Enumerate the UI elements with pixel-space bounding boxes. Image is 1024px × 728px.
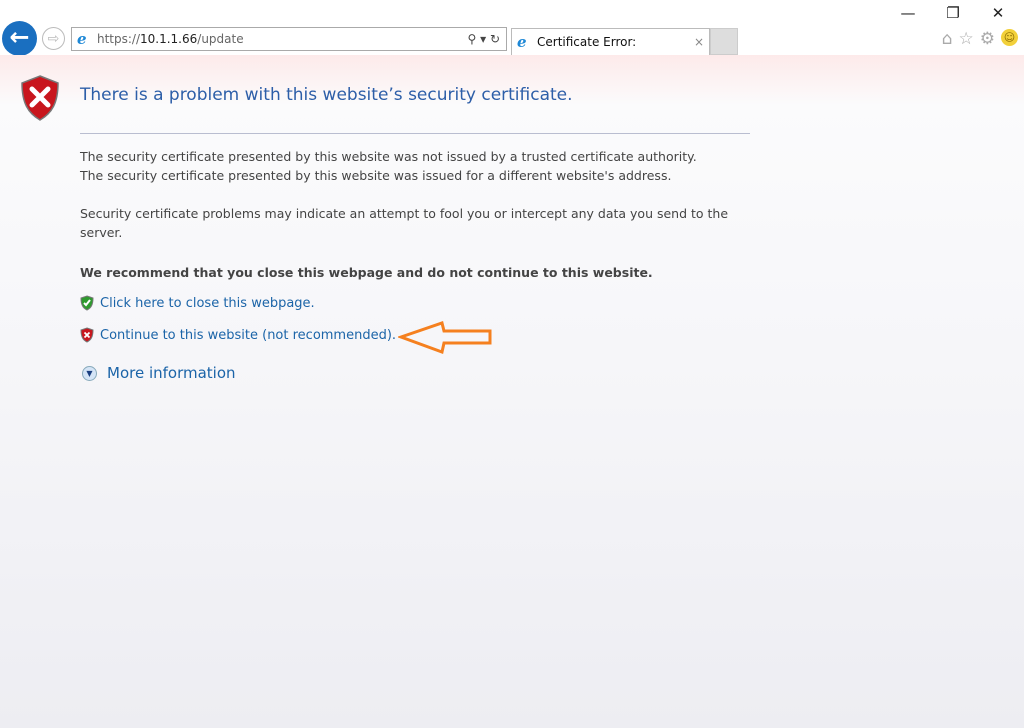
tab-certificate-error[interactable]: e Certificate Error: Navigation... ×: [511, 28, 710, 75]
warning-text: Security certificate problems may indica…: [80, 206, 729, 240]
home-icon[interactable]: ⌂: [942, 29, 953, 49]
close-webpage-link[interactable]: Click here to close this webpage.: [80, 295, 315, 311]
ie-logo-icon: e: [77, 30, 87, 48]
continue-website-link[interactable]: Continue to this website (not recommende…: [80, 327, 396, 343]
browser-chrome: — ❐ ✕ ← ⇨ e https://10.1.1.66/update ⚲ ▾…: [0, 0, 1024, 75]
restore-button[interactable]: ❐: [938, 4, 968, 22]
page-title: There is a problem with this website’s s…: [80, 85, 573, 105]
expand-chevron-icon: ▼: [82, 365, 97, 381]
settings-gear-icon[interactable]: ⚙: [980, 29, 995, 49]
address-bar[interactable]: e https://10.1.1.66/update ⚲ ▾ ↻: [71, 27, 507, 51]
new-tab-button[interactable]: [710, 28, 738, 55]
shield-check-icon: [80, 295, 94, 311]
back-arrow-icon: ←: [9, 23, 30, 51]
forward-arrow-icon: ⇨: [47, 31, 60, 47]
annotation-arrow: [398, 321, 492, 354]
error-detail: The security certificate presented by th…: [80, 149, 697, 183]
close-tab-icon[interactable]: ×: [694, 29, 704, 55]
ie-logo-icon: e: [517, 33, 527, 51]
close-window-button[interactable]: ✕: [983, 4, 1013, 22]
search-icon[interactable]: ⚲: [467, 32, 476, 46]
certificate-error-page: There is a problem with this website’s s…: [0, 55, 1024, 728]
minimize-button[interactable]: —: [893, 4, 923, 22]
shield-error-icon: [21, 75, 59, 121]
dropdown-icon[interactable]: ▾: [480, 32, 486, 46]
favorites-star-icon[interactable]: ☆: [959, 29, 974, 49]
recommendation-text: We recommend that you close this webpage…: [80, 265, 653, 280]
shield-error-small-icon: [80, 327, 94, 343]
back-button[interactable]: ←: [2, 21, 37, 56]
refresh-icon[interactable]: ↻: [490, 32, 500, 46]
forward-button[interactable]: ⇨: [42, 27, 65, 50]
more-information-toggle[interactable]: ▼ More information: [82, 364, 236, 382]
feedback-smiley-icon[interactable]: ☺: [1001, 29, 1018, 46]
divider: [80, 133, 750, 134]
url-text: https://10.1.1.66/update: [97, 32, 244, 46]
